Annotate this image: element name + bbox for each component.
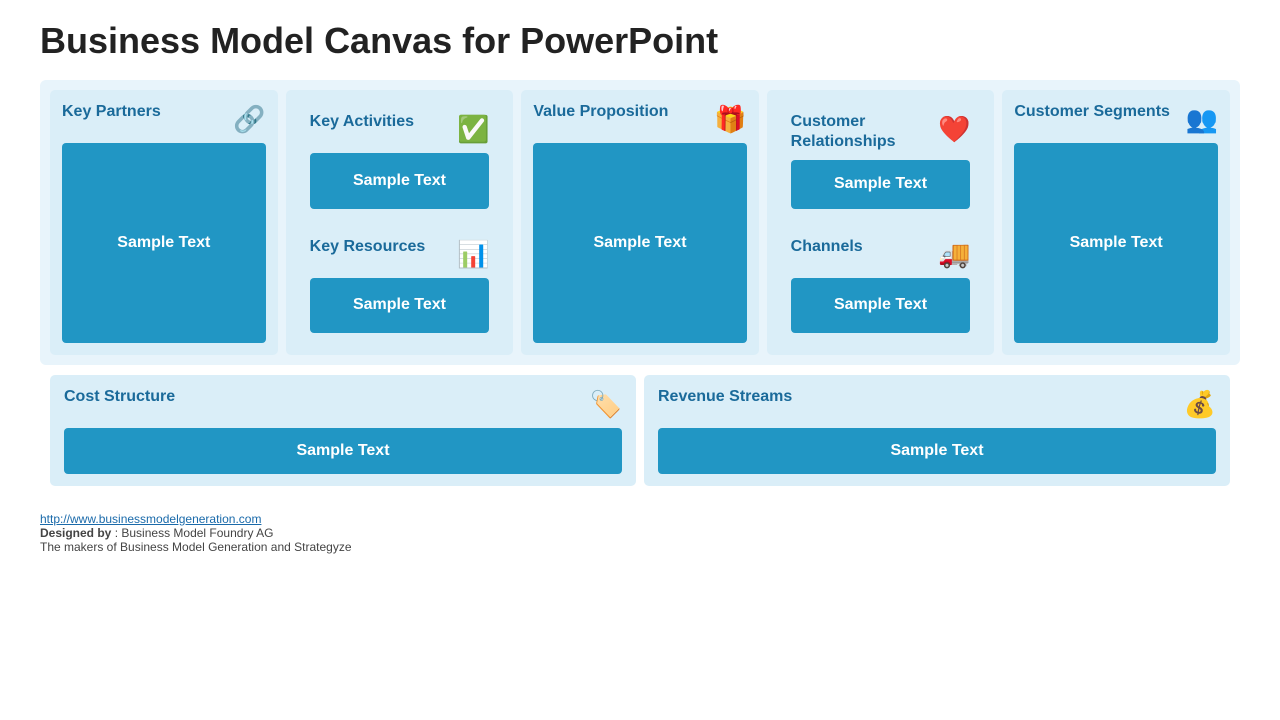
tag-icon: 🏷️ <box>590 389 622 420</box>
cost-structure-title: Cost Structure <box>64 387 175 407</box>
key-activities-sub: Key Activities ✅ Sample Text <box>298 102 502 219</box>
footer-designed-by: Business Model Foundry AG <box>121 526 273 540</box>
footer-designed-label: Designed by <box>40 526 111 540</box>
cost-structure-cell: Cost Structure 🏷️ Sample Text <box>50 375 636 486</box>
canvas-bottom-section: Cost Structure 🏷️ Sample Text Revenue St… <box>40 375 1240 496</box>
cr-inner: Customer Relationships ❤️ Sample Text Ch… <box>779 102 983 343</box>
footer-url[interactable]: http://www.businessmodelgeneration.com <box>40 512 261 526</box>
key-resources-header: Key Resources 📊 <box>310 237 490 270</box>
key-partners-header: Key Partners 🔗 <box>62 102 266 135</box>
channels-title: Channels <box>791 237 863 257</box>
key-resources-sub: Key Resources 📊 Sample Text <box>298 227 502 344</box>
footer: http://www.businessmodelgeneration.com D… <box>40 512 1240 554</box>
value-proposition-cell: Value Proposition 🎁 Sample Text <box>521 90 758 355</box>
customer-relationships-title: Customer Relationships <box>791 112 938 152</box>
channels-sub: Channels 🚚 Sample Text <box>779 227 983 344</box>
customer-relationships-header: Customer Relationships ❤️ <box>791 112 971 152</box>
key-partners-cell: Key Partners 🔗 Sample Text <box>50 90 278 355</box>
value-proposition-title: Value Proposition <box>533 102 668 122</box>
key-partners-sample[interactable]: Sample Text <box>62 143 266 343</box>
footer-tagline: The makers of Business Model Generation … <box>40 540 1240 554</box>
checkmark-icon: ✅ <box>457 114 489 145</box>
link-icon: 🔗 <box>233 104 265 135</box>
revenue-streams-header: Revenue Streams 💰 <box>658 387 1216 420</box>
cost-structure-header: Cost Structure 🏷️ <box>64 387 622 420</box>
revenue-streams-cell: Revenue Streams 💰 Sample Text <box>644 375 1230 486</box>
people-chart-icon: 📊 <box>457 239 489 270</box>
customer-relationships-sub: Customer Relationships ❤️ Sample Text <box>779 102 983 219</box>
group-icon: 👥 <box>1186 104 1218 135</box>
canvas-top-section: Key Partners 🔗 Sample Text Key Activitie… <box>40 80 1240 365</box>
page-title: Business Model Canvas for PowerPoint <box>40 20 1240 62</box>
customer-segments-sample[interactable]: Sample Text <box>1014 143 1218 343</box>
revenue-streams-sample[interactable]: Sample Text <box>658 428 1216 474</box>
key-resources-title: Key Resources <box>310 237 426 257</box>
channels-header: Channels 🚚 <box>791 237 971 270</box>
money-bag-icon: 💰 <box>1184 389 1216 420</box>
key-activities-inner: Key Activities ✅ Sample Text Key Resourc… <box>298 102 502 343</box>
value-proposition-sample[interactable]: Sample Text <box>533 143 746 343</box>
key-activities-title: Key Activities <box>310 112 414 132</box>
customer-segments-header: Customer Segments 👥 <box>1014 102 1218 135</box>
channels-sample[interactable]: Sample Text <box>791 278 971 334</box>
heart-icon: ❤️ <box>938 114 970 145</box>
revenue-streams-title: Revenue Streams <box>658 387 792 407</box>
customer-segments-title: Customer Segments <box>1014 102 1170 122</box>
customer-relationships-sample[interactable]: Sample Text <box>791 160 971 209</box>
truck-icon: 🚚 <box>938 239 970 270</box>
customer-segments-cell: Customer Segments 👥 Sample Text <box>1002 90 1230 355</box>
key-activities-header: Key Activities ✅ <box>310 112 490 145</box>
customer-relationships-cell: Customer Relationships ❤️ Sample Text Ch… <box>767 90 995 355</box>
key-activities-sample[interactable]: Sample Text <box>310 153 490 209</box>
key-resources-sample[interactable]: Sample Text <box>310 278 490 334</box>
key-activities-cell: Key Activities ✅ Sample Text Key Resourc… <box>286 90 514 355</box>
key-partners-title: Key Partners <box>62 102 161 122</box>
value-proposition-header: Value Proposition 🎁 <box>533 102 746 135</box>
cost-structure-sample[interactable]: Sample Text <box>64 428 622 474</box>
gift-icon: 🎁 <box>714 104 746 135</box>
